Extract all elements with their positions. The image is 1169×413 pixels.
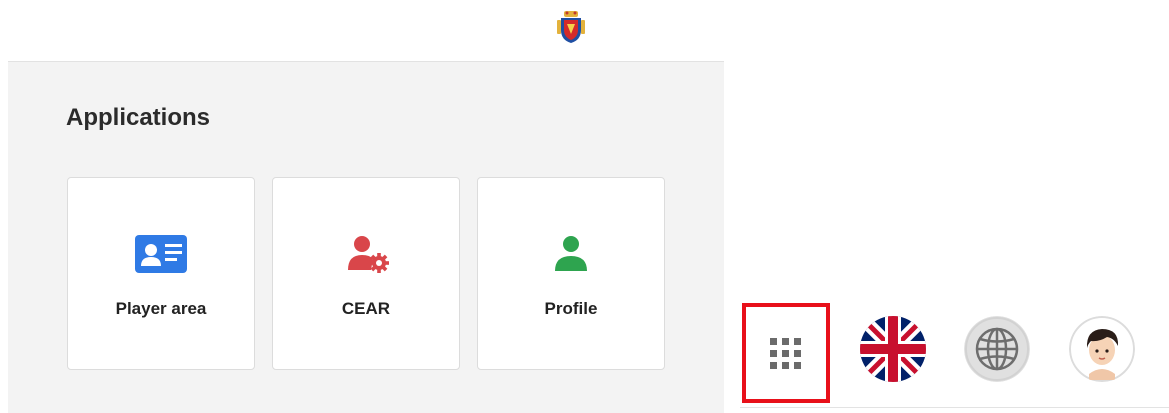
app-card-profile[interactable]: Profile	[477, 177, 665, 370]
app-card-cear[interactable]: CEAR	[272, 177, 460, 370]
app-card-label: CEAR	[341, 299, 391, 318]
app-card-label: Profile	[544, 299, 598, 318]
user-avatar-button[interactable]	[1069, 316, 1135, 382]
user-icon	[555, 236, 587, 271]
uk-flag-icon	[860, 316, 926, 382]
toolbar-divider	[740, 407, 1169, 408]
id-card-icon	[135, 235, 187, 273]
language-button[interactable]	[860, 316, 926, 382]
applications-title: Applications	[66, 104, 211, 131]
app-card-label: Player area	[115, 299, 207, 318]
globe-icon	[964, 316, 1030, 382]
apps-grid-icon	[770, 338, 801, 369]
apps-grid-button[interactable]	[742, 303, 830, 403]
avatar	[1069, 316, 1135, 382]
user-gear-icon	[348, 236, 389, 273]
federation-crest-logo	[557, 11, 585, 43]
app-card-player-area[interactable]: Player area	[67, 177, 255, 370]
region-button[interactable]	[964, 316, 1030, 382]
applications-panel: Applications Player area CEAR Profile	[8, 61, 724, 413]
bottom-toolbar	[740, 300, 1169, 412]
